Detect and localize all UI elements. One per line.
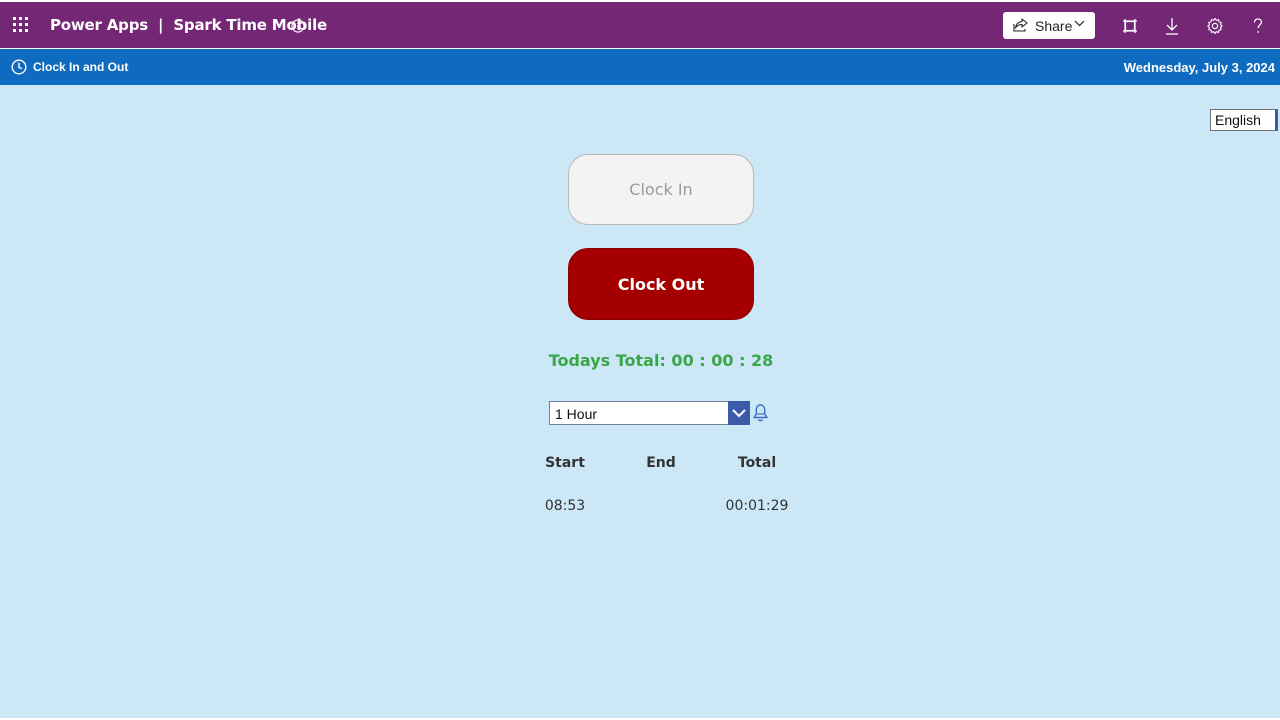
app-canvas: English Clock In Clock Out Todays Total:… [0, 85, 1280, 718]
reminder-dropdown[interactable]: 1 Hour [549, 401, 750, 425]
chevron-down-icon [732, 409, 746, 418]
language-select[interactable]: English [1210, 109, 1278, 131]
clock-out-label: Clock Out [617, 274, 705, 294]
share-label: Share [1035, 18, 1073, 34]
help-icon[interactable] [1249, 17, 1267, 35]
current-date: Wednesday, July 3, 2024 [1123, 60, 1275, 75]
app-title: Power Apps | Spark Time Mobile [50, 16, 328, 34]
share-icon [1013, 18, 1028, 32]
clock-in-button[interactable]: Clock In [568, 154, 754, 225]
chevron-down-icon [1074, 20, 1085, 27]
fit-to-screen-icon[interactable] [1121, 17, 1139, 35]
reminder-value: 1 Hour [555, 406, 598, 422]
app-launcher-icon[interactable] [13, 17, 29, 33]
row-start-time: 08:53 [544, 498, 586, 514]
column-header-total: Total [737, 455, 777, 471]
share-button[interactable]: Share [1003, 12, 1095, 39]
settings-icon[interactable] [1206, 17, 1224, 35]
clock-in-label: Clock In [629, 180, 693, 199]
row-total-time: 00:01:29 [725, 498, 789, 514]
dropdown-toggle[interactable] [728, 401, 750, 425]
column-header-end: End [646, 455, 676, 471]
info-icon[interactable] [291, 19, 305, 33]
page-title: Clock In and Out [33, 60, 129, 74]
column-header-start: Start [545, 455, 585, 471]
download-icon[interactable] [1163, 17, 1181, 35]
clock-icon [11, 59, 27, 75]
page-header: Clock In and Out Wednesday, July 3, 2024 [0, 49, 1280, 85]
top-bar: Power Apps | Spark Time Mobile Share [0, 2, 1280, 48]
clock-out-button[interactable]: Clock Out [568, 248, 754, 320]
todays-total: Todays Total: 00 : 00 : 28 [548, 351, 774, 370]
bell-icon[interactable] [752, 403, 769, 423]
